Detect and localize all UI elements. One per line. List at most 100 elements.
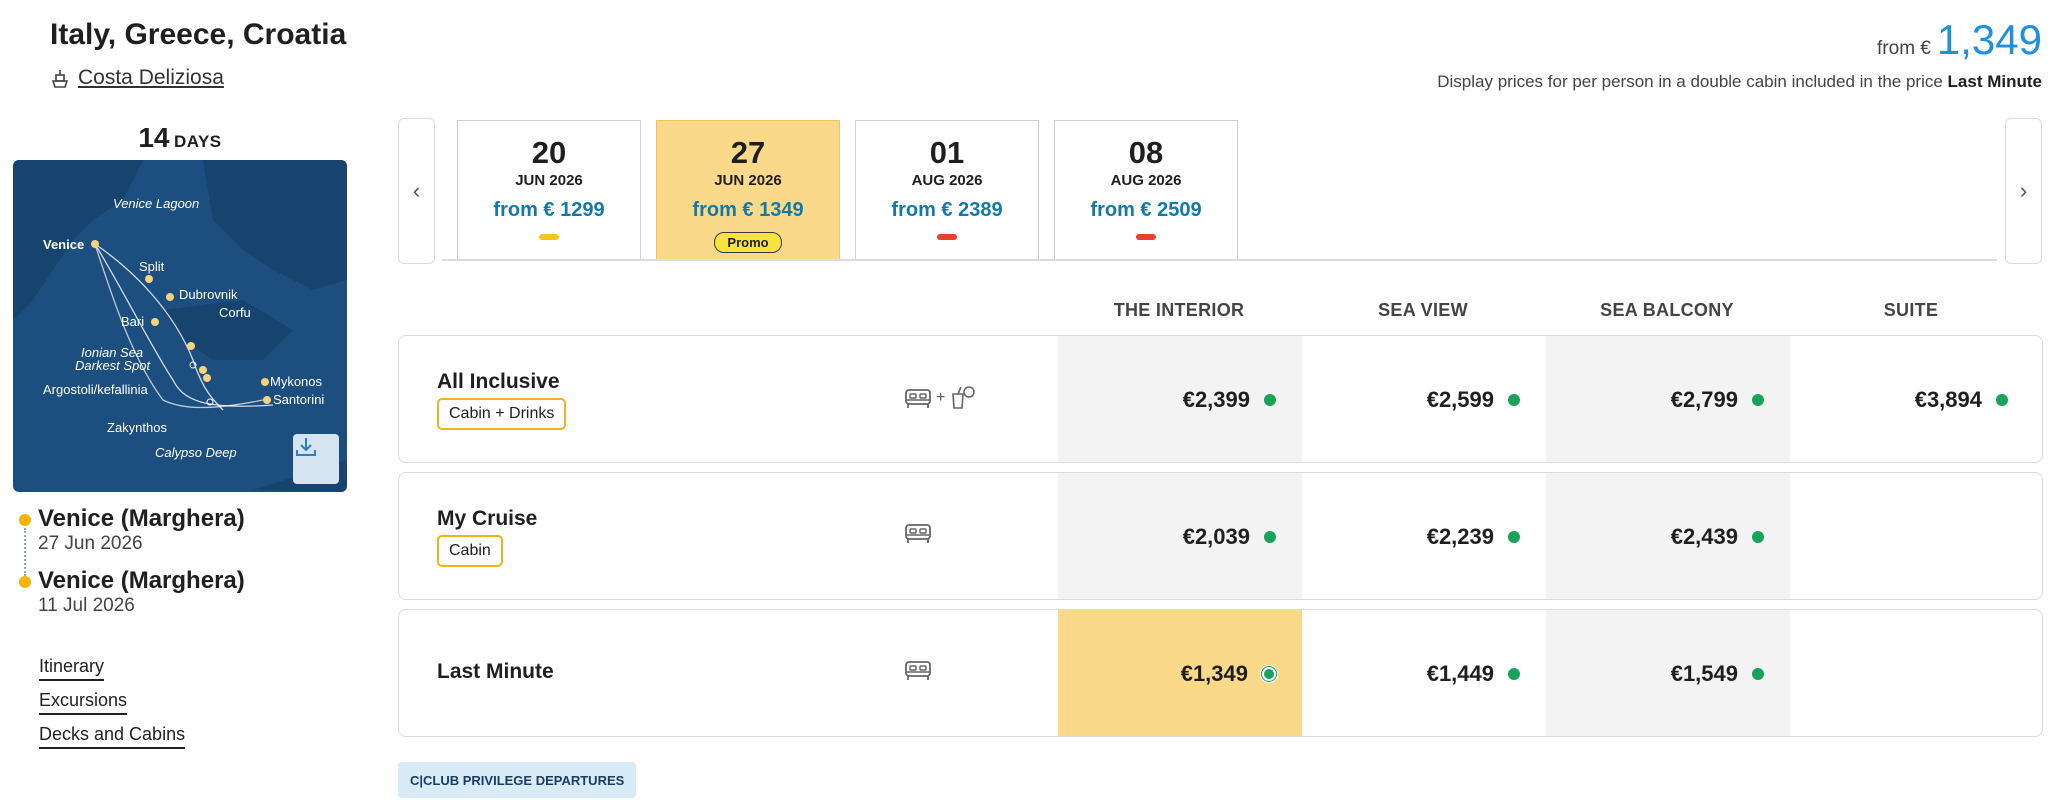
price-amount: €1,349: [1180, 661, 1248, 686]
departure-port: Venice (Marghera): [38, 505, 245, 532]
cruise-title: Italy, Greece, Croatia: [50, 18, 347, 51]
map-label: Bari: [121, 314, 145, 329]
price-cell[interactable]: €2,399: [1058, 336, 1302, 462]
price-amount: €2,039: [1182, 524, 1250, 549]
display-note: Display prices for per person in a doubl…: [1437, 72, 2042, 92]
next-dates-button[interactable]: ›: [2005, 118, 2042, 264]
arrival-port: Venice (Marghera): [38, 567, 245, 594]
carousel-divider: [442, 259, 1997, 261]
map-label: Corfu: [219, 305, 251, 320]
col-header-interior: THE INTERIOR: [1113, 300, 1245, 320]
available-dot: [1508, 394, 1520, 406]
trip-duration: 14 DAYS: [13, 122, 347, 154]
availability-indicator: [539, 234, 559, 240]
date-day: 20: [531, 135, 567, 170]
map-label: Mykonos: [270, 374, 323, 389]
price-amount: €2,239: [1426, 524, 1494, 549]
days-label: DAYS: [173, 132, 222, 151]
port-dot: [19, 576, 31, 588]
available-dot: [1264, 531, 1276, 543]
price-amount: €2,399: [1182, 387, 1250, 412]
price-cell-empty: [1790, 610, 2034, 736]
date-month: AUG 2026: [911, 172, 983, 189]
map-label: Santorini: [273, 392, 325, 407]
availability-indicator: [937, 234, 957, 240]
bed-icon: [905, 524, 931, 543]
drinks-icon: [952, 386, 976, 409]
ship-icon: [51, 70, 69, 88]
club-privilege-badge[interactable]: C|CLUB PRIVILEGE DEPARTURES: [398, 762, 637, 798]
date-price: from € 1349: [692, 199, 804, 221]
price-cell-selected[interactable]: €1,349: [1058, 610, 1302, 736]
col-header-suite: SUITE: [1883, 300, 1939, 320]
from-price: 1,349: [1936, 16, 2042, 63]
date-price: from € 1299: [493, 199, 605, 221]
date-option-selected[interactable]: 27 JUN 2026 from € 1349 Promo: [656, 120, 840, 260]
available-dot: [1752, 531, 1764, 543]
excursions-link[interactable]: Excursions: [39, 690, 128, 715]
from-label: from €: [1877, 38, 1931, 59]
ship-link[interactable]: Costa Deliziosa: [50, 66, 224, 90]
price-cell[interactable]: €2,039: [1058, 473, 1302, 599]
available-dot: [1752, 668, 1764, 680]
available-dot: [1508, 668, 1520, 680]
bed-icon: [905, 661, 931, 680]
price-amount: €2,599: [1426, 387, 1494, 412]
map-label: Split: [139, 259, 165, 274]
available-dot: [1996, 394, 2008, 406]
price-cell[interactable]: €1,549: [1546, 610, 1790, 736]
col-header-sea-balcony: SEA BALCONY: [1600, 300, 1734, 320]
map-label: Dubrovnik: [179, 287, 238, 302]
bed-icon: [905, 389, 931, 408]
display-note-text: Display prices for per person in a doubl…: [1437, 72, 1943, 91]
price-amount: €3,894: [1914, 387, 1982, 412]
chevron-left-icon: ‹: [412, 178, 421, 203]
fare-row-my-cruise: My Cruise Cabin €2,039 €2,239 €2,439: [398, 472, 2043, 600]
port-dot: [19, 514, 31, 526]
price-cell[interactable]: €1,449: [1302, 610, 1546, 736]
display-note-bold: Last Minute: [1947, 72, 2042, 91]
map-label: Calypso Deep: [155, 445, 237, 460]
fare-row-all-inclusive: All Inclusive Cabin + Drinks + €2,399 €2…: [398, 335, 2043, 463]
days-number: 14: [138, 122, 170, 153]
available-dot: [1752, 394, 1764, 406]
download-map-button[interactable]: [293, 434, 339, 484]
from-price-block: from € 1,349: [1877, 16, 2042, 64]
fare-name: All Inclusive: [437, 370, 560, 393]
price-cell-empty: [1790, 473, 2034, 599]
fare-badge: Cabin + Drinks: [437, 398, 567, 430]
ship-name[interactable]: Costa Deliziosa: [78, 66, 224, 90]
fare-inclusions: [904, 521, 932, 545]
fare-inclusions: [904, 658, 932, 682]
price-cell[interactable]: €2,239: [1302, 473, 1546, 599]
fare-badge: Cabin: [437, 535, 503, 567]
prev-dates-button[interactable]: ‹: [398, 118, 435, 264]
col-header-sea-view: SEA VIEW: [1378, 300, 1468, 320]
map-label: Argostoli/kefallinia: [43, 382, 148, 397]
date-option[interactable]: 20 JUN 2026 from € 1299: [457, 120, 641, 260]
itinerary-map[interactable]: Venice Lagoon Venice Split Dubrovnik Cor…: [13, 160, 347, 492]
map-label: Venice Lagoon: [113, 196, 200, 211]
price-cell[interactable]: €2,799: [1546, 336, 1790, 462]
available-dot: [1508, 531, 1520, 543]
departure-date: 27 Jun 2026: [38, 533, 143, 554]
date-month: JUN 2026: [714, 172, 782, 189]
price-cell[interactable]: €2,599: [1302, 336, 1546, 462]
price-amount: €1,449: [1426, 661, 1494, 686]
date-month: JUN 2026: [515, 172, 583, 189]
date-price: from € 2509: [1090, 199, 1202, 221]
decks-and-cabins-link[interactable]: Decks and Cabins: [39, 724, 186, 749]
itinerary-link[interactable]: Itinerary: [39, 656, 105, 681]
fare-name: My Cruise: [437, 507, 538, 530]
date-option[interactable]: 01 AUG 2026 from € 2389: [855, 120, 1039, 260]
date-option[interactable]: 08 AUG 2026 from € 2509: [1054, 120, 1238, 260]
map-label: Zakynthos: [107, 420, 167, 435]
price-amount: €2,799: [1670, 387, 1738, 412]
chevron-right-icon: ›: [2019, 178, 2028, 203]
plus-icon: +: [936, 389, 946, 406]
price-cell[interactable]: €3,894: [1790, 336, 2034, 462]
price-cell[interactable]: €2,439: [1546, 473, 1790, 599]
fare-name: Last Minute: [437, 660, 554, 683]
available-dot: [1264, 394, 1276, 406]
date-day: 01: [929, 135, 965, 170]
